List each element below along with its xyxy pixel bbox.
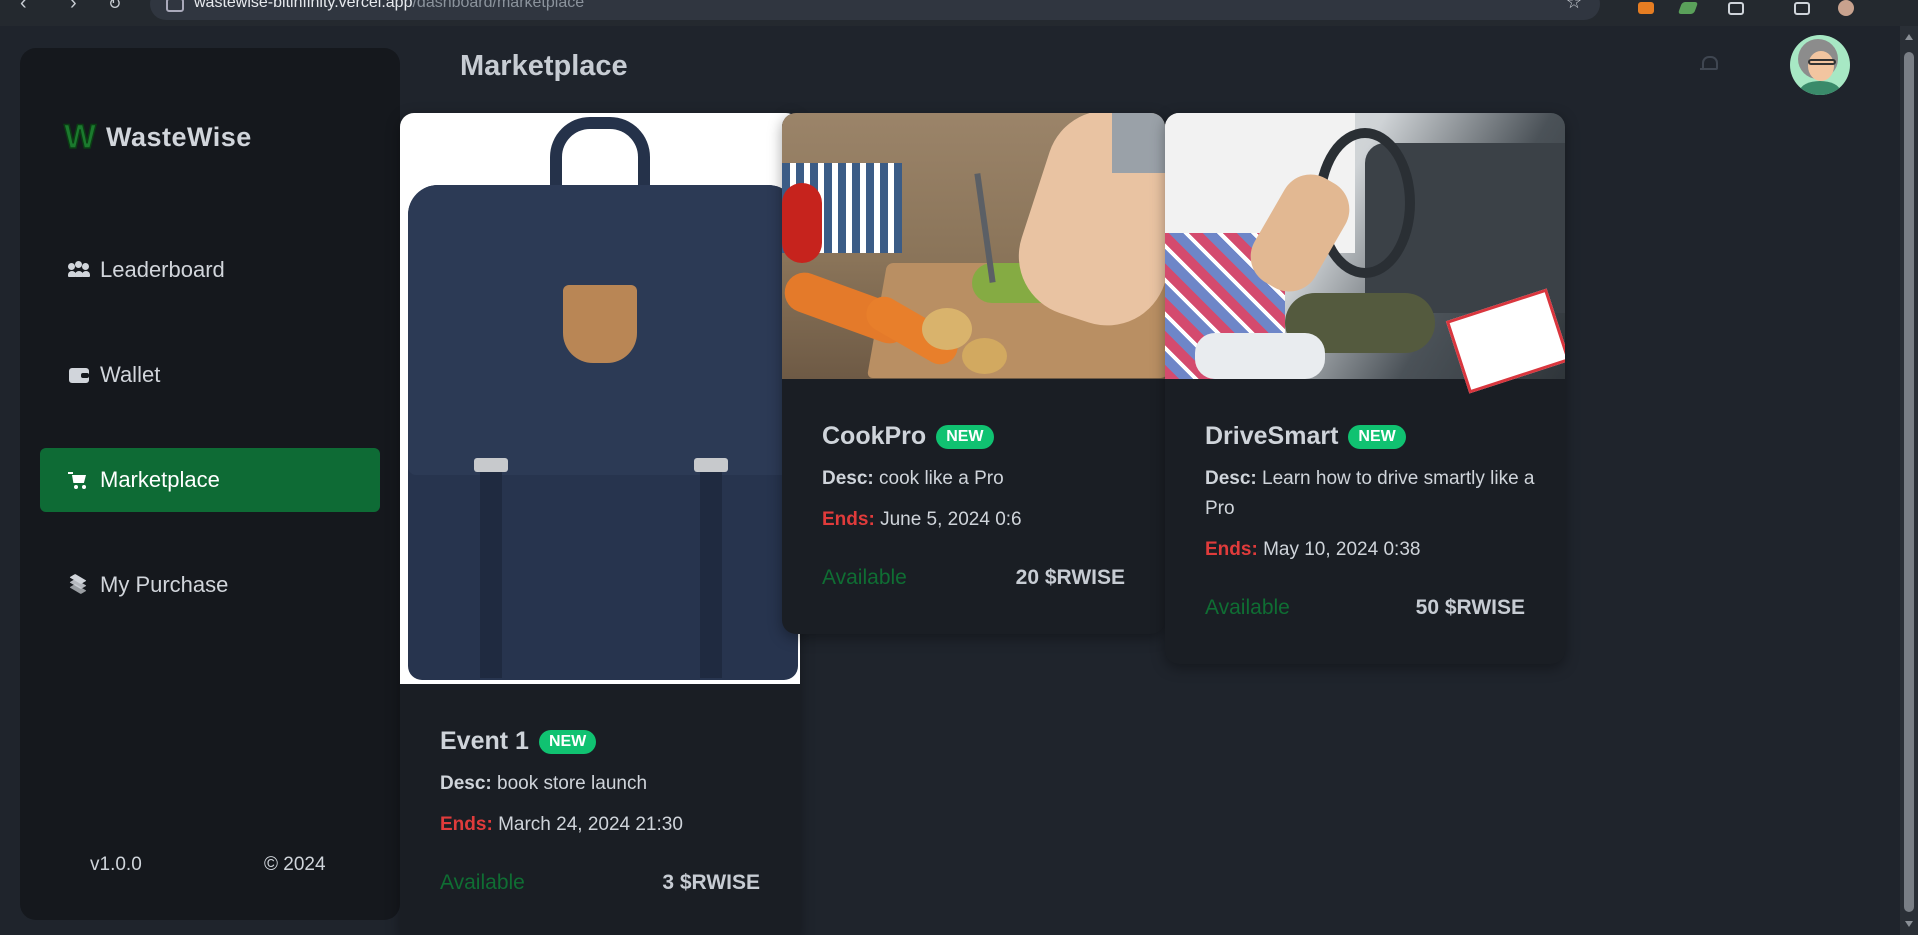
desc-label: Desc:	[1205, 468, 1257, 489]
cart-icon	[68, 470, 90, 490]
metamask-extension-icon[interactable]	[1638, 2, 1654, 14]
product-card-event-1[interactable]: Event 1 NEW Desc: book store launch Ends…	[400, 113, 800, 935]
ends-value: May 10, 2024 0:38	[1263, 539, 1421, 560]
ends-value: June 5, 2024 0:6	[880, 509, 1022, 530]
price: 50 $RWISE	[1415, 596, 1525, 619]
ends-label: Ends:	[822, 509, 875, 530]
card-title-row: Event 1 NEW	[440, 727, 597, 756]
sidebar-item-leaderboard[interactable]: Leaderboard	[40, 238, 380, 302]
cooking-image	[782, 113, 1165, 379]
reload-icon[interactable]: ↻	[108, 0, 121, 14]
desc-text: book store launch	[497, 773, 648, 794]
sidebar-item-label: Leaderboard	[100, 257, 225, 282]
card-end-date: Ends: March 24, 2024 21:30	[440, 814, 683, 836]
desc-label: Desc:	[822, 468, 874, 489]
driving-image	[1165, 113, 1565, 394]
extensions-icon[interactable]	[1728, 2, 1744, 15]
new-badge: NEW	[936, 424, 994, 449]
card-description: Desc: cook like a Pro	[822, 464, 1135, 494]
card-title-row: CookPro NEW	[822, 422, 994, 451]
notification-bell-icon[interactable]	[1700, 56, 1718, 72]
sidebar-item-marketplace[interactable]: Marketplace	[40, 448, 380, 512]
card-title-row: DriveSmart NEW	[1205, 422, 1406, 451]
product-card-drivesmart[interactable]: DriveSmart NEW Desc: Learn how to drive …	[1165, 113, 1565, 664]
profile-avatar-icon[interactable]	[1838, 0, 1854, 16]
wastewise-logo-icon: W	[63, 118, 97, 156]
availability-status: Available	[822, 566, 907, 589]
card-description: Desc: Learn how to drive smartly like a …	[1205, 464, 1535, 524]
url-host: wastewise-bitinfinity.vercel.app	[194, 0, 413, 11]
price: 3 $RWISE	[662, 871, 760, 894]
availability-status: Available	[1205, 596, 1290, 619]
vertical-scrollbar[interactable]	[1900, 26, 1918, 935]
scroll-down-arrow-icon[interactable]	[1905, 921, 1913, 927]
ends-value: March 24, 2024 21:30	[498, 814, 683, 835]
bookmark-star-icon[interactable]: ☆	[1566, 0, 1582, 13]
scrollbar-thumb[interactable]	[1904, 52, 1914, 912]
address-bar[interactable]: wastewise-bitinfinity.vercel.app/dashboa…	[150, 0, 1600, 20]
ends-label: Ends:	[440, 814, 493, 835]
product-card-cookpro[interactable]: CookPro NEW Desc: cook like a Pro Ends: …	[782, 113, 1165, 634]
card-end-date: Ends: June 5, 2024 0:6	[822, 509, 1022, 531]
card-description: Desc: book store launch	[440, 769, 770, 799]
sidebar-item-label: My Purchase	[100, 572, 229, 597]
sidebar-item-label: Marketplace	[100, 467, 220, 492]
backpack-image	[400, 113, 800, 684]
desc-label: Desc:	[440, 773, 492, 794]
brand-name: WasteWise	[106, 121, 252, 152]
side-panel-icon[interactable]	[1794, 2, 1810, 15]
copyright: © 2024	[264, 854, 326, 875]
card-title: Event 1	[440, 727, 529, 755]
url-text: wastewise-bitinfinity.vercel.app/dashboa…	[194, 0, 584, 12]
desc-text: cook like a Pro	[879, 468, 1004, 489]
sidebar-item-label: Wallet	[100, 362, 161, 387]
browser-toolbar: ‹ › ↻ wastewise-bitinfinity.vercel.app/d…	[0, 0, 1918, 26]
scroll-up-arrow-icon[interactable]	[1905, 34, 1913, 40]
card-title: DriveSmart	[1205, 422, 1339, 450]
sidebar-item-my-purchase[interactable]: My Purchase	[40, 553, 380, 617]
forward-icon[interactable]: ›	[70, 0, 77, 15]
card-end-date: Ends: May 10, 2024 0:38	[1205, 539, 1420, 561]
sidebar-item-wallet[interactable]: Wallet	[40, 343, 380, 407]
brand[interactable]: W WasteWise	[63, 118, 252, 156]
back-icon[interactable]: ‹	[20, 0, 27, 15]
ends-label: Ends:	[1205, 539, 1258, 560]
new-badge: NEW	[538, 729, 597, 754]
card-title: CookPro	[822, 422, 927, 450]
user-avatar[interactable]	[1790, 35, 1850, 95]
sidebar: W WasteWise Leaderboard Wallet Marketpla…	[20, 48, 400, 920]
layers-icon	[68, 573, 90, 595]
url-path: /dashboard/marketplace	[412, 0, 585, 11]
users-icon	[68, 260, 90, 280]
new-badge: NEW	[1348, 424, 1406, 449]
leaf-extension-icon[interactable]	[1677, 2, 1699, 14]
wallet-icon	[68, 365, 90, 385]
page-title: Marketplace	[460, 50, 628, 82]
price: 20 $RWISE	[1015, 566, 1125, 589]
app-version: v1.0.0	[90, 854, 142, 875]
availability-status: Available	[440, 871, 525, 894]
site-info-icon[interactable]	[166, 0, 184, 12]
